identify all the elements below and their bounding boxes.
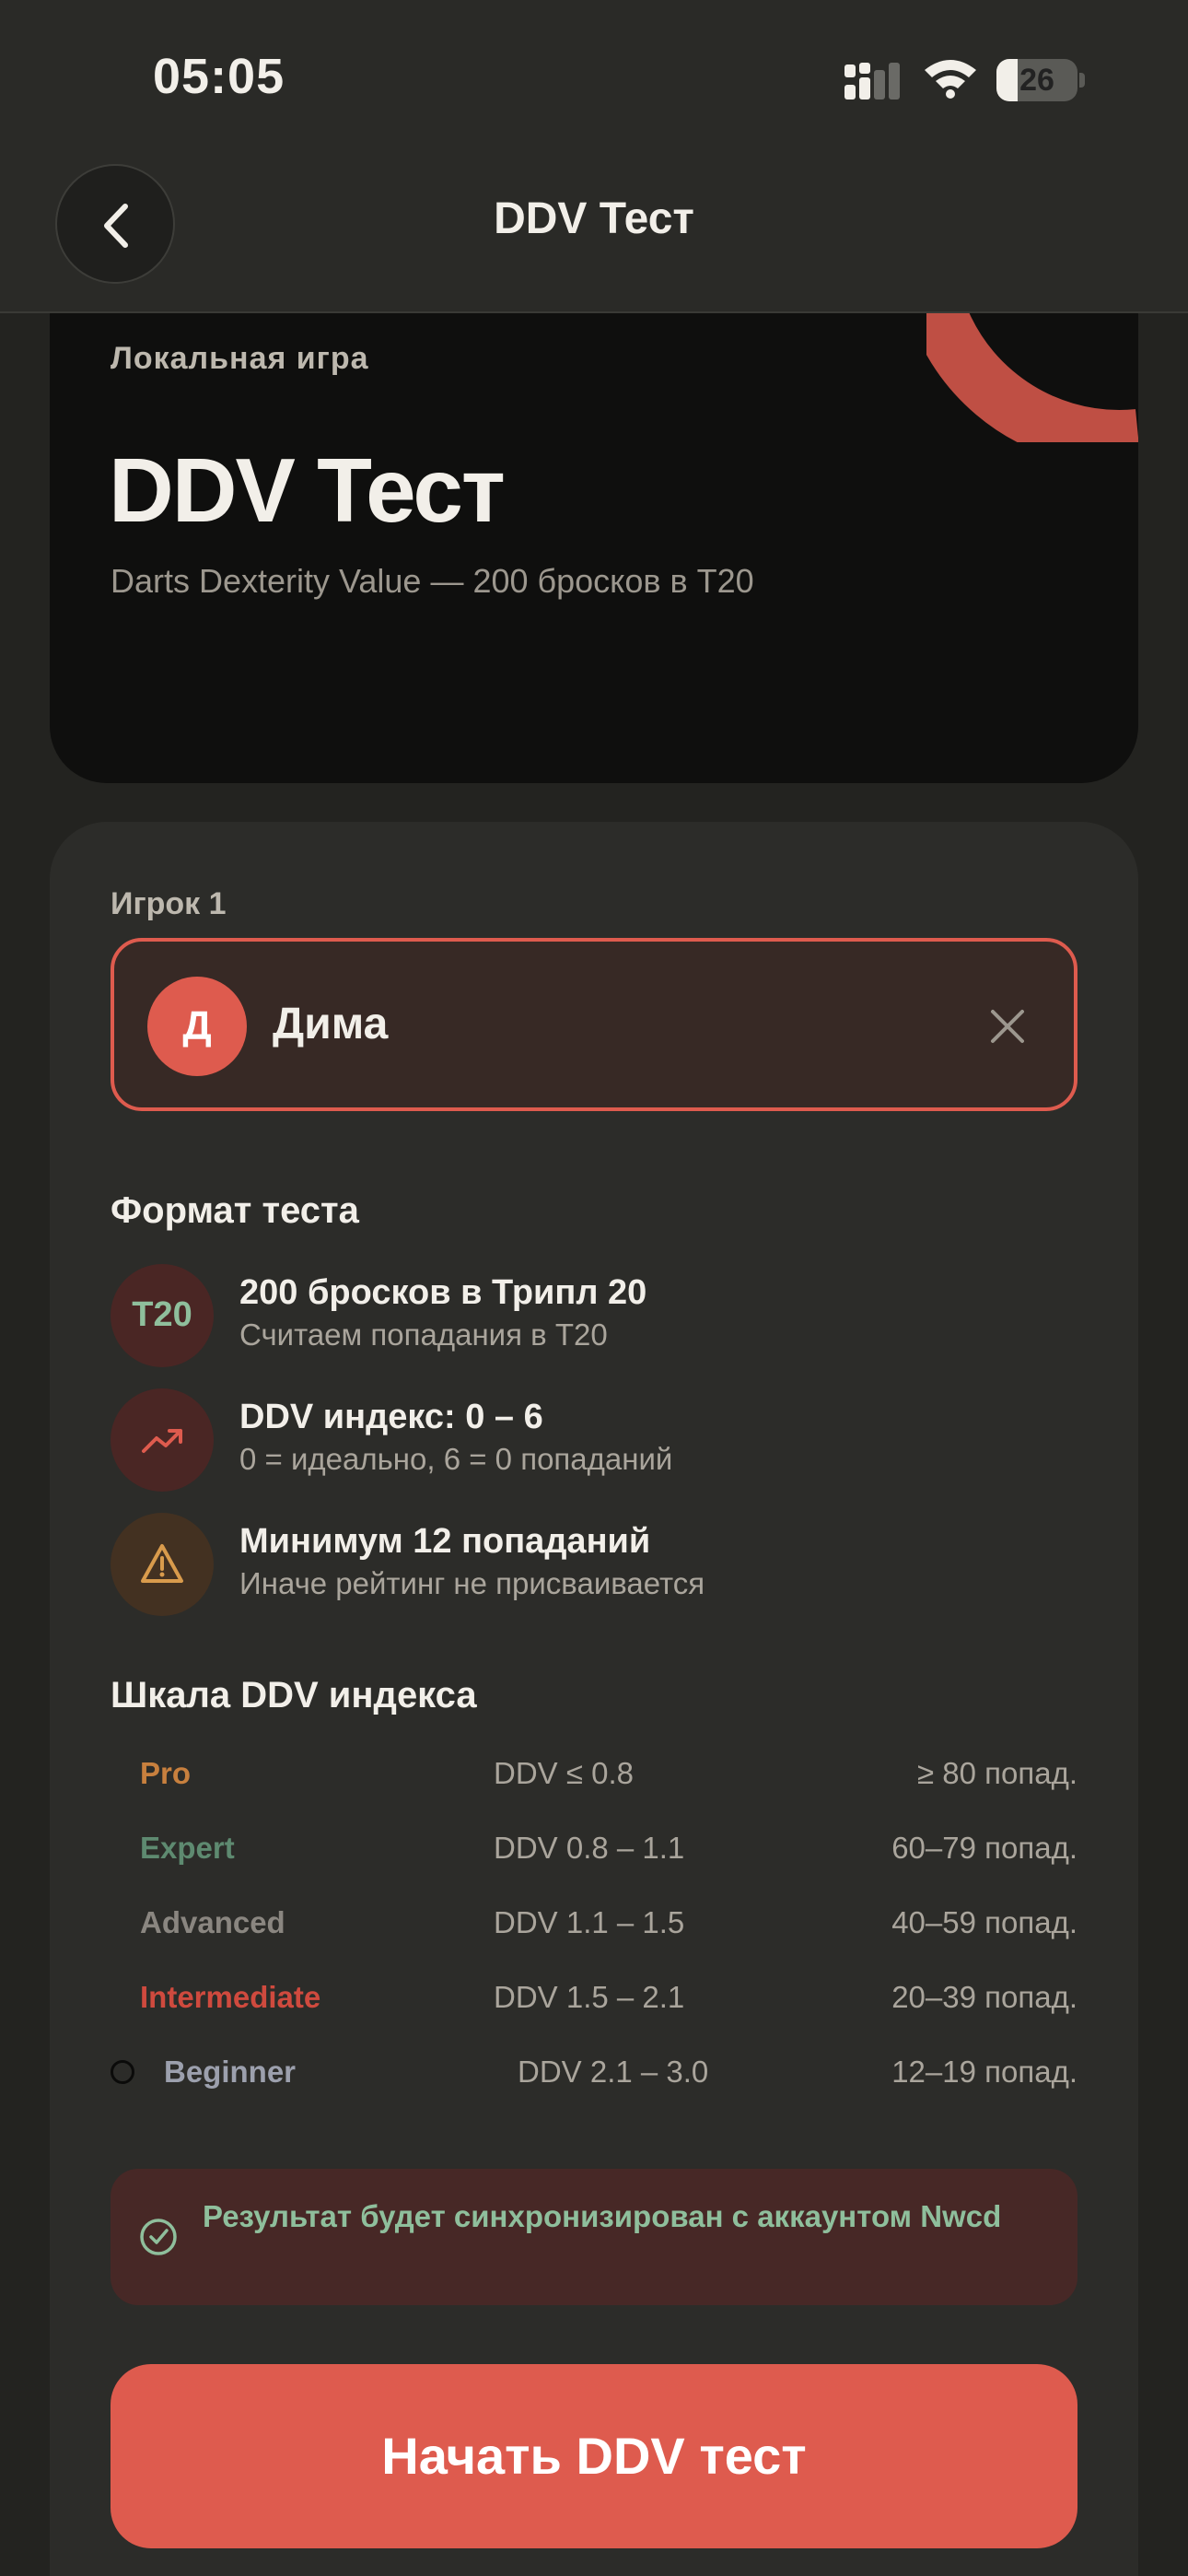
- warning-icon: [111, 1513, 214, 1616]
- format-item: DDV индекс: 0 – 6 0 = идеально, 6 = 0 по…: [111, 1388, 1031, 1492]
- avatar: Д: [147, 977, 247, 1076]
- scale-range: DDV ≤ 0.8: [494, 1756, 634, 1790]
- battery-percent: 26: [1019, 63, 1054, 98]
- status-bar: 05:05 26: [0, 0, 1188, 147]
- scale-level-name: Beginner: [164, 2055, 297, 2089]
- scale-row-expert: Expert DDV 0.8 – 1.1 60–79 попад.: [111, 1821, 1077, 1877]
- sync-notice: Результат будет синхронизирован с аккаун…: [111, 2169, 1077, 2305]
- scale-row-intermediate: Intermediate DDV 1.5 – 2.1 20–39 попад.: [111, 1971, 1077, 2026]
- scale-row-advanced: Advanced DDV 1.1 – 1.5 40–59 попад.: [111, 1896, 1077, 1951]
- form-card: Игрок 1 Д Дима Формат теста T20 200 брос…: [50, 822, 1138, 2576]
- nav-bar: DDV Тест: [0, 147, 1188, 313]
- scale-level-name: Advanced: [140, 1905, 285, 1939]
- sync-text: Результат будет синхронизирован с аккаун…: [203, 2199, 1002, 2233]
- player-selector[interactable]: Д Дима: [111, 938, 1077, 1111]
- format-item: T20 200 бросков в Трипл 20 Считаем попад…: [111, 1264, 1031, 1367]
- start-test-button[interactable]: Начать DDV тест: [111, 2364, 1077, 2548]
- close-icon[interactable]: [984, 1002, 1031, 1050]
- format-item-subtitle: Иначе рейтинг не присваивается: [239, 1566, 705, 1600]
- format-item-title: Минимум 12 попаданий: [239, 1522, 651, 1561]
- hero-description: Darts Dexterity Value — 200 бросков в T2…: [111, 562, 754, 600]
- scale-level-name: Intermediate: [140, 1980, 321, 2014]
- hero-card: Локальная игра DDV Тест Darts Dexterity …: [50, 258, 1138, 783]
- scale-row-beginner: Beginner DDV 2.1 – 3.0 12–19 попад.: [111, 2045, 1077, 2101]
- page-title: DDV Тест: [494, 194, 694, 243]
- format-item: Минимум 12 попаданий Иначе рейтинг не пр…: [111, 1513, 1031, 1616]
- scale-range: DDV 0.8 – 1.1: [494, 1831, 685, 1865]
- scale-hits: 20–39 попад.: [891, 1980, 1077, 2014]
- scale-row-pro: Pro DDV ≤ 0.8 ≥ 80 попад.: [111, 1747, 1077, 1802]
- signal-icon: [844, 63, 900, 100]
- scale-range: DDV 1.5 – 2.1: [494, 1980, 685, 2014]
- format-item-subtitle: Считаем попадания в T20: [239, 1317, 608, 1352]
- current-level-indicator: [111, 2060, 134, 2084]
- trending-up-icon: [111, 1388, 214, 1492]
- scale-range: DDV 1.1 – 1.5: [494, 1905, 685, 1939]
- hero-title: DDV Тест: [109, 439, 506, 541]
- player-label: Игрок 1: [111, 886, 227, 921]
- status-time: 05:05: [153, 49, 285, 104]
- wifi-icon: [925, 60, 976, 99]
- format-item-title: 200 бросков в Трипл 20: [239, 1273, 647, 1312]
- format-item-subtitle: 0 = идеально, 6 = 0 попаданий: [239, 1442, 673, 1476]
- scale-hits: 60–79 попад.: [891, 1831, 1077, 1865]
- hero-label: Локальная игра: [111, 341, 369, 376]
- scale-hits: ≥ 80 попад.: [916, 1756, 1077, 1790]
- scale-range: DDV 2.1 – 3.0: [518, 2055, 709, 2089]
- format-title: Формат теста: [111, 1190, 359, 1231]
- battery-indicator: 26: [996, 59, 1085, 101]
- player-name: Дима: [273, 1000, 389, 1048]
- format-item-title: DDV индекс: 0 – 6: [239, 1398, 543, 1436]
- check-circle-icon: [140, 2219, 177, 2255]
- scale-hits: 12–19 попад.: [891, 2055, 1077, 2089]
- t20-icon: T20: [111, 1264, 214, 1367]
- scale-title: Шкала DDV индекса: [111, 1675, 477, 1715]
- scale-hits: 40–59 попад.: [891, 1905, 1077, 1939]
- scale-level-name: Pro: [140, 1756, 192, 1790]
- scale-level-name: Expert: [140, 1831, 235, 1865]
